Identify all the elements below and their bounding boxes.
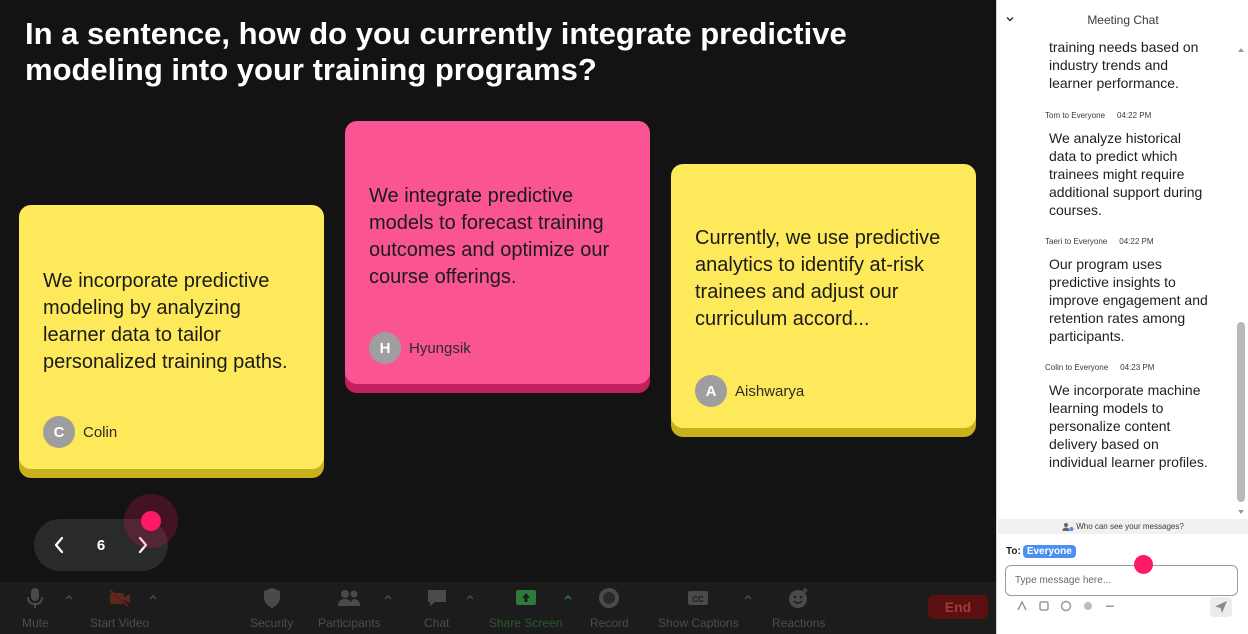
avatar: C <box>43 416 75 448</box>
chevron-up-icon[interactable] <box>64 592 74 602</box>
toolbar-label: Mute <box>22 616 49 630</box>
scroll-down-icon[interactable] <box>1237 508 1245 516</box>
start-video-button[interactable]: Start Video <box>90 586 149 630</box>
chat-tools <box>1016 600 1116 612</box>
response-card-author: H Hyungsik <box>369 332 471 364</box>
chat-message-meta: Colin to Everyone 04:23 PM <box>1045 363 1154 372</box>
response-card-text: We integrate predictive models to foreca… <box>369 185 610 288</box>
whiteboard-stage: In a sentence, how do you currently inte… <box>0 0 997 634</box>
mute-button[interactable]: Mute <box>22 586 49 630</box>
chat-button[interactable]: Chat <box>424 586 449 630</box>
chat-message-text: We analyze historical data to predict wh… <box>1049 130 1203 218</box>
more-icon[interactable] <box>1104 600 1116 612</box>
chat-message-time: 04:22 PM <box>1119 237 1154 246</box>
screenshot-icon[interactable] <box>1038 600 1050 612</box>
cursor-pointer <box>1134 555 1153 574</box>
participants-button[interactable]: Participants <box>318 586 381 630</box>
response-card-colin[interactable]: We incorporate predictive modeling by an… <box>19 205 324 469</box>
previous-page-button[interactable] <box>50 536 68 554</box>
emoji-add-icon <box>787 586 811 610</box>
chat-message-input[interactable] <box>1005 565 1238 596</box>
person-info-icon <box>1062 522 1074 531</box>
chat-header: Meeting Chat <box>998 0 1248 40</box>
chat-message-time: 04:22 PM <box>1117 111 1152 120</box>
toolbar-label: Participants <box>318 616 381 630</box>
send-icon <box>1215 601 1227 613</box>
share-screen-button[interactable]: Share Screen <box>489 586 562 630</box>
chevron-up-icon[interactable] <box>743 592 753 602</box>
format-icon[interactable] <box>1016 600 1028 612</box>
chevron-up-icon[interactable] <box>383 592 393 602</box>
chat-message-sender: Tom to Everyone <box>1045 111 1106 120</box>
toolbar-label: Security <box>250 616 294 630</box>
share-screen-icon <box>514 586 538 610</box>
microphone-icon <box>23 586 47 610</box>
scrollbar-thumb[interactable] <box>1237 322 1245 502</box>
chevron-up-icon[interactable] <box>465 592 475 602</box>
toolbar-label: Show Captions <box>658 616 739 630</box>
author-name: Hyungsik <box>409 339 471 357</box>
chat-message-meta: Taeri to Everyone 04:22 PM <box>1045 237 1154 246</box>
record-button[interactable]: Record <box>590 586 629 630</box>
chat-message-meta: Tom to Everyone 04:22 PM <box>1045 111 1151 120</box>
security-button[interactable]: Security <box>250 586 293 630</box>
response-card-text: We incorporate predictive modeling by an… <box>43 270 288 373</box>
file-icon[interactable] <box>1060 600 1072 612</box>
response-card-hyungsik[interactable]: We integrate predictive models to foreca… <box>345 121 650 384</box>
meeting-toolbar: Mute Start Video Security Participants C… <box>0 582 996 634</box>
chat-bubble-icon <box>425 586 449 610</box>
recipient-selector[interactable]: Everyone <box>1022 545 1076 558</box>
reactions-button[interactable]: Reactions <box>772 586 825 630</box>
response-card-aishwarya[interactable]: Currently, we use predictive analytics t… <box>671 164 976 428</box>
message-visibility-info[interactable]: Who can see your messages? <box>998 519 1248 534</box>
response-card-author: A Aishwarya <box>695 375 804 407</box>
author-name: Colin <box>83 423 118 441</box>
page-number: 6 <box>96 536 106 554</box>
chat-title: Meeting Chat <box>1087 13 1159 27</box>
chat-message-time: 04:23 PM <box>1120 363 1155 372</box>
avatar: H <box>369 332 401 364</box>
chevron-left-icon <box>54 536 64 554</box>
chat-message-text: Our program uses predictive insights to … <box>1049 256 1208 344</box>
svg-text:CC: CC <box>693 595 705 604</box>
meeting-chat-panel: Meeting Chat training needs based on ind… <box>998 0 1248 634</box>
cursor-pointer <box>141 511 161 531</box>
question-title: In a sentence, how do you currently inte… <box>25 16 847 87</box>
to-label: To: <box>1006 546 1021 557</box>
author-name: Aishwarya <box>735 382 805 400</box>
chat-scrollbar[interactable] <box>1235 40 1247 518</box>
response-card-text: Currently, we use predictive analytics t… <box>695 227 941 330</box>
captions-icon: CC <box>686 586 710 610</box>
video-off-icon <box>108 586 132 610</box>
toolbar-label: Chat <box>424 616 450 630</box>
shield-icon <box>260 586 284 610</box>
toolbar-label: Record <box>590 616 629 630</box>
participants-icon <box>337 586 361 610</box>
chat-message-list: training needs based on industry trends … <box>998 38 1236 516</box>
visibility-text: Who can see your messages? <box>1076 522 1184 531</box>
record-icon <box>597 586 621 610</box>
toolbar-label: Reactions <box>772 616 826 630</box>
end-meeting-button[interactable]: End <box>928 595 988 619</box>
emoji-icon[interactable] <box>1082 600 1094 612</box>
chevron-up-icon[interactable] <box>563 592 573 602</box>
avatar: A <box>695 375 727 407</box>
chevron-up-icon[interactable] <box>148 592 158 602</box>
chat-message-text: training needs based on industry trends … <box>1049 39 1199 91</box>
chat-message-sender: Colin to Everyone <box>1045 363 1109 372</box>
recipient-row: To: Everyone <box>1006 545 1076 558</box>
toolbar-label: Share Screen <box>489 616 563 630</box>
show-captions-button[interactable]: CC Show Captions <box>658 586 739 630</box>
scroll-up-icon[interactable] <box>1237 46 1245 54</box>
chat-message-text: We incorporate machine learning models t… <box>1049 382 1208 470</box>
send-button[interactable] <box>1210 597 1232 617</box>
response-card-author: C Colin <box>43 416 117 448</box>
toolbar-label: Start Video <box>90 616 150 630</box>
chat-message-sender: Taeri to Everyone <box>1045 237 1108 246</box>
